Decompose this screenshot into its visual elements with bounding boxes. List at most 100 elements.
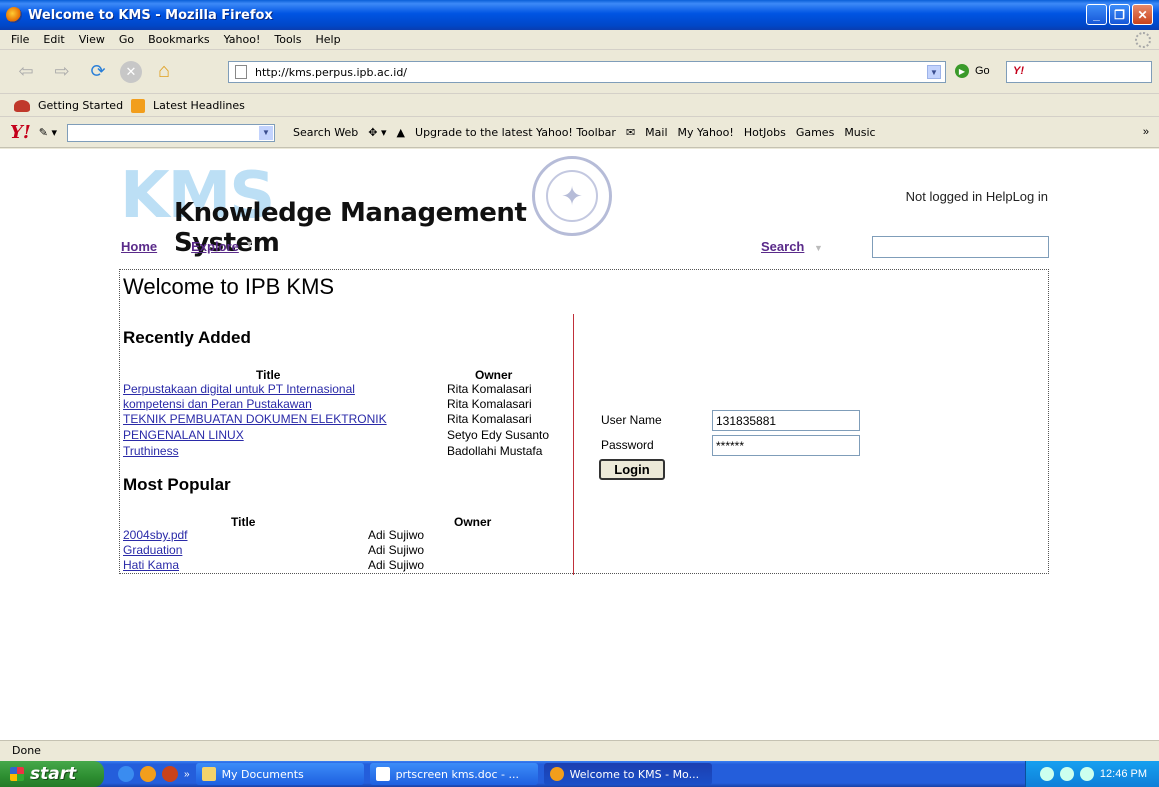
menu-edit[interactable]: Edit: [43, 33, 64, 46]
column-divider: [573, 314, 574, 575]
popular-col-title: Title: [231, 515, 256, 529]
folder-icon: [201, 767, 216, 781]
recent-owner-1: Rita Komalasari: [447, 382, 532, 396]
music-button[interactable]: Music: [844, 126, 875, 139]
window-title-bar[interactable]: Welcome to KMS - Mozilla Firefox _ ❐ ✕: [0, 0, 1159, 30]
recent-owner-4: Setyo Edy Susanto: [447, 428, 550, 442]
menu-help[interactable]: Help: [315, 33, 340, 46]
warning-icon: ▲: [396, 126, 406, 139]
menu-view[interactable]: View: [79, 33, 105, 46]
menu-file[interactable]: File: [11, 33, 29, 46]
site-search-input[interactable]: [872, 236, 1049, 258]
highlight-icon[interactable]: ✥ ▾: [368, 126, 386, 139]
status-bar: Done: [0, 740, 1159, 760]
home-icon[interactable]: ⌂: [150, 58, 178, 86]
mail-button[interactable]: Mail: [645, 126, 667, 139]
system-tray: 12:46 PM: [1025, 761, 1159, 787]
popular-owner-3: Adi Sujiwo: [368, 558, 425, 572]
back-arrow-icon[interactable]: ⇦: [12, 58, 40, 86]
maximize-button[interactable]: ❐: [1109, 4, 1130, 25]
go-arrow-icon: ▶: [955, 64, 969, 78]
yahoo-search-input[interactable]: ▼: [67, 123, 276, 142]
page-title: Welcome to IPB KMS: [123, 274, 335, 299]
pencil-icon[interactable]: ✎ ▾: [39, 126, 57, 139]
bookmark-latest-headlines[interactable]: Latest Headlines: [153, 99, 245, 112]
go-label: Go: [975, 65, 990, 77]
login-button[interactable]: Login: [599, 459, 665, 480]
tray-network-icon[interactable]: [1059, 767, 1074, 781]
popular-title-2[interactable]: Graduation: [123, 543, 182, 557]
username-label: User Name: [601, 413, 662, 427]
more-chevron-icon[interactable]: »: [1143, 126, 1149, 138]
go-button[interactable]: ▶ Go: [955, 64, 990, 78]
url-input[interactable]: [255, 65, 915, 79]
minimize-button[interactable]: _: [1086, 4, 1107, 25]
windows-flag-icon: [10, 767, 24, 781]
search-web-button[interactable]: Search Web: [293, 126, 358, 139]
popular-owner-2: Adi Sujiwo: [368, 543, 425, 557]
recent-title-3[interactable]: TEKNIK PEMBUATAN DOKUMEN ELEKTRONIK: [123, 412, 387, 426]
recent-title-2[interactable]: kompetensi dan Peran Pustakawan: [123, 397, 312, 411]
address-bar[interactable]: ▼: [228, 61, 946, 83]
menu-bar: File Edit View Go Bookmarks Yahoo! Tools…: [0, 30, 1159, 50]
task-prtscreen-doc[interactable]: prtscreen kms.doc - ...: [369, 763, 538, 785]
mail-icon: ✉: [625, 126, 636, 139]
recent-title-5[interactable]: Truthiness: [123, 444, 179, 458]
games-button[interactable]: Games: [796, 126, 834, 139]
recent-title-4[interactable]: PENGENALAN LINUX: [123, 428, 244, 442]
task-firefox[interactable]: Welcome to KMS - Mo...: [543, 763, 712, 785]
recently-added-heading: Recently Added: [123, 328, 251, 347]
username-input[interactable]: [712, 410, 860, 431]
bookmark-getting-started[interactable]: Getting Started: [38, 99, 123, 112]
firefox-quick-icon[interactable]: [140, 766, 156, 782]
search-engine-box[interactable]: Y!: [1006, 61, 1152, 83]
reload-icon[interactable]: ⟳: [84, 58, 112, 86]
menu-go[interactable]: Go: [119, 33, 134, 46]
yahoo-logo-icon[interactable]: Y!: [10, 122, 31, 143]
kms-logo: KMS Knowledge Management System: [120, 159, 600, 258]
most-popular-heading: Most Popular: [123, 475, 231, 494]
ie-icon[interactable]: [118, 766, 134, 782]
tray-arrow-icon[interactable]: [1039, 767, 1054, 781]
recent-owner-3: Rita Komalasari: [447, 412, 532, 426]
recent-col-owner: Owner: [475, 368, 513, 382]
menu-bookmarks[interactable]: Bookmarks: [148, 33, 209, 46]
nav-search-link[interactable]: Search: [761, 239, 804, 254]
throbber-icon: [1135, 32, 1151, 48]
firefox-icon: [6, 7, 22, 23]
nav-search: Search ▼: [761, 239, 823, 254]
menu-tools[interactable]: Tools: [274, 33, 301, 46]
nav-explore[interactable]: Explore: [191, 239, 239, 254]
yahoo-search-icon[interactable]: Y!: [1013, 65, 1024, 77]
close-button[interactable]: ✕: [1132, 4, 1153, 25]
explore-dropdown-icon[interactable]: ▼: [245, 239, 254, 254]
start-button[interactable]: start: [0, 761, 104, 787]
my-yahoo-button[interactable]: My Yahoo!: [678, 126, 734, 139]
nav-home[interactable]: Home: [121, 239, 157, 254]
popular-title-1[interactable]: 2004sby.pdf: [123, 528, 188, 542]
media-icon[interactable]: [162, 766, 178, 782]
bookmarks-toolbar: Getting Started Latest Headlines: [0, 95, 1159, 117]
search-dropdown-icon[interactable]: ▼: [814, 243, 823, 253]
recent-title-1[interactable]: Perpustakaan digital untuk PT Internasio…: [123, 382, 355, 396]
window-title: Welcome to KMS - Mozilla Firefox: [28, 7, 273, 23]
hotjobs-button[interactable]: HotJobs: [744, 126, 786, 139]
popular-title-3[interactable]: Hati Kama: [123, 558, 179, 572]
quick-launch-more-icon[interactable]: »: [184, 769, 190, 780]
content-panel: Welcome to IPB KMS Recently Added Title …: [119, 269, 1049, 575]
word-doc-icon: [375, 767, 390, 781]
password-input[interactable]: [712, 435, 860, 456]
forward-arrow-icon[interactable]: ⇨: [48, 58, 76, 86]
menu-yahoo[interactable]: Yahoo!: [224, 33, 261, 46]
yahoo-search-dropdown-icon[interactable]: ▼: [259, 125, 274, 140]
stop-icon[interactable]: ✕: [120, 60, 142, 83]
main-nav: Home Explore ▼: [121, 239, 254, 254]
url-dropdown-icon[interactable]: ▼: [927, 65, 941, 79]
page-viewport: KMS Knowledge Management System ✦ Not lo…: [0, 149, 1159, 740]
login-links[interactable]: Not logged in HelpLog in: [906, 189, 1048, 204]
tray-volume-icon[interactable]: [1079, 767, 1094, 781]
popular-col-owner: Owner: [454, 515, 492, 529]
task-my-documents[interactable]: My Documents: [195, 763, 364, 785]
page-icon: [235, 65, 247, 79]
upgrade-toolbar-link[interactable]: Upgrade to the latest Yahoo! Toolbar: [415, 126, 616, 139]
